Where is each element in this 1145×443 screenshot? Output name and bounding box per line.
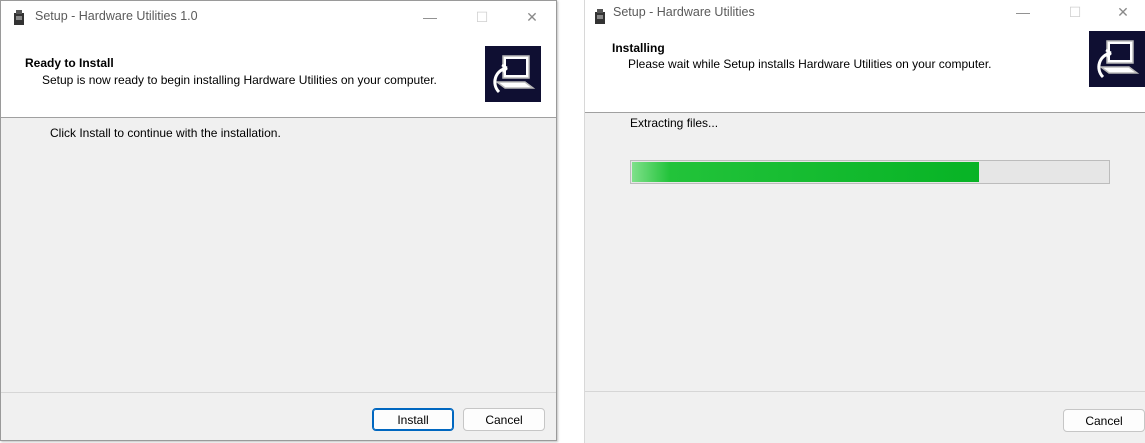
footer-divider xyxy=(585,391,1145,392)
page-subtitle: Setup is now ready to begin installing H… xyxy=(42,73,437,87)
close-button[interactable]: ✕ xyxy=(509,1,555,33)
install-button[interactable]: Install xyxy=(372,408,454,431)
minimize-button[interactable]: — xyxy=(407,1,453,33)
close-button[interactable]: ✕ xyxy=(1100,0,1145,28)
window-title: Setup - Hardware Utilities 1.0 xyxy=(35,9,198,23)
maximize-button[interactable]: ☐ xyxy=(1052,0,1098,28)
setup-app-icon xyxy=(595,9,605,24)
title-bar[interactable]: Setup - Hardware Utilities 1.0 — ☐ ✕ xyxy=(1,1,556,33)
page-title: Ready to Install xyxy=(25,56,114,70)
instruction-text: Click Install to continue with the insta… xyxy=(50,126,281,140)
maximize-button[interactable]: ☐ xyxy=(459,1,505,33)
wizard-header: Installing Please wait while Setup insta… xyxy=(585,30,1145,113)
setup-app-icon xyxy=(14,10,24,25)
wizard-header: Ready to Install Setup is now ready to b… xyxy=(1,33,556,118)
page-title: Installing xyxy=(612,41,665,55)
setup-window-installing: Setup - Hardware Utilities — ☐ ✕ Install… xyxy=(584,0,1145,443)
page-subtitle: Please wait while Setup installs Hardwar… xyxy=(628,57,992,71)
title-bar[interactable]: Setup - Hardware Utilities — ☐ ✕ xyxy=(585,0,1145,32)
window-title: Setup - Hardware Utilities xyxy=(613,5,755,19)
cancel-button[interactable]: Cancel xyxy=(1063,409,1145,432)
setup-window-ready: Setup - Hardware Utilities 1.0 — ☐ ✕ Rea… xyxy=(0,0,557,441)
computer-install-icon xyxy=(485,46,541,102)
footer-divider xyxy=(1,392,556,393)
progress-fill xyxy=(632,162,979,182)
minimize-button[interactable]: — xyxy=(1000,0,1046,28)
cancel-button[interactable]: Cancel xyxy=(463,408,545,431)
computer-install-icon xyxy=(1089,31,1145,87)
install-progress-bar xyxy=(630,160,1110,184)
status-text: Extracting files... xyxy=(630,116,719,130)
